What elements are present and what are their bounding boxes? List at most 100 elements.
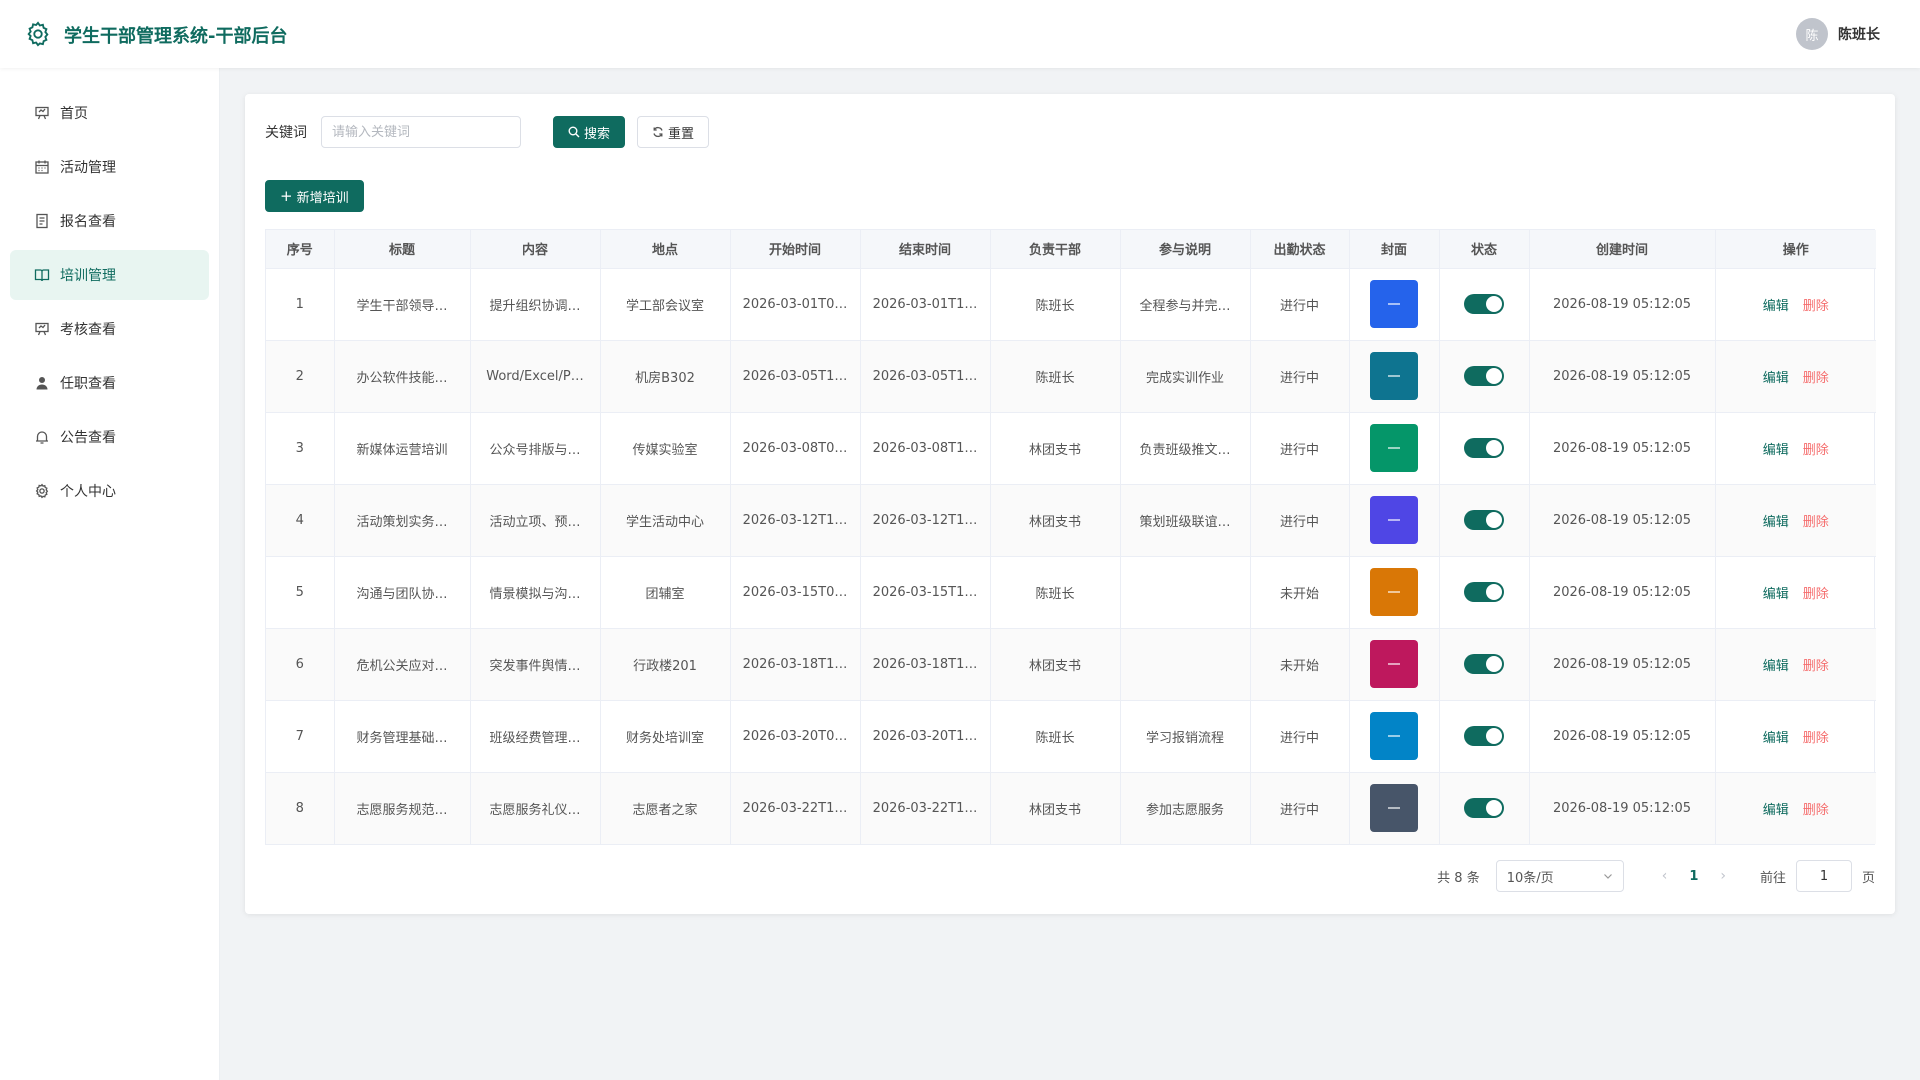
row-title: 志愿服务规范… [334,772,471,844]
sidebar-item-signup[interactable]: 报名查看 [10,196,209,246]
cover-image[interactable] [1370,568,1418,616]
row-cover-cell [1349,340,1440,413]
sidebar-item-label: 任职查看 [60,376,116,392]
cover-image[interactable] [1370,640,1418,688]
prev-page-button[interactable]: ‹ [1662,868,1668,884]
cover-placeholder-mark [1388,375,1400,377]
calendar-icon [34,159,50,175]
edit-button[interactable]: 编辑 [1763,803,1789,818]
sidebar-item-label: 个人中心 [60,484,116,500]
avatar[interactable]: 陈 [1796,18,1828,50]
row-cover-cell [1349,484,1440,557]
sidebar-item-training[interactable]: 培训管理 [10,250,209,300]
edit-button[interactable]: 编辑 [1763,371,1789,386]
row-actions: 编辑 删除 [1715,628,1876,701]
add-button-label: 新增培训 [296,190,349,206]
column-header: 结束时间 [860,230,991,269]
presentation-icon [34,321,50,337]
status-toggle[interactable] [1464,294,1504,314]
status-toggle[interactable] [1464,438,1504,458]
gear-icon [34,483,50,499]
cover-placeholder-mark [1388,807,1400,810]
row-start-time: 2026-03-18T1… [730,628,861,701]
table-row: 7 财务管理基础… 班级经费管理… 财务处培训室 2026-03-20T0… 2026-0… [266,700,1876,773]
row-cover-cell [1349,628,1440,701]
delete-button[interactable]: 删除 [1803,803,1829,818]
table-row: 5 沟通与团队协… 情景模拟与沟… 团辅室 2026-03-15T0… 2026-03-1… [266,556,1876,629]
sidebar-item-position[interactable]: 任职查看 [10,358,209,408]
edit-button[interactable]: 编辑 [1763,443,1789,458]
status-toggle[interactable] [1464,798,1504,819]
row-end-time: 2026-03-05T1… [860,340,991,413]
delete-button[interactable]: 删除 [1803,659,1829,674]
sidebar-item-assessment[interactable]: 考核查看 [10,304,209,354]
row-place: 传媒实验室 [600,412,731,485]
user-name[interactable]: 陈班长 [1838,24,1880,44]
delete-button[interactable]: 删除 [1803,371,1829,386]
row-start-time: 2026-03-22T1… [730,772,861,844]
top-header: 学生干部管理系统-干部后台 陈 陈班长 [0,0,1920,68]
gear-icon [27,21,49,47]
row-end-time: 2026-03-01T1… [860,268,991,341]
edit-button[interactable]: 编辑 [1763,587,1789,602]
app-title: 学生干部管理系统-干部后台 [64,26,288,47]
user-menu[interactable]: 陈 陈班长 [1796,18,1880,50]
search-label: 关键词 [265,125,307,141]
add-training-button[interactable]: + 新增培训 [265,180,364,212]
table-row: 8 志愿服务规范… 志愿服务礼仪… 志愿者之家 2026-03-22T1… 2026-03… [266,772,1876,844]
page-number-current[interactable]: 1 [1689,869,1698,884]
row-title: 办公软件技能… [334,340,471,413]
cover-image[interactable] [1370,712,1418,760]
sidebar-item-home[interactable]: 首页 [10,88,209,138]
sidebar-item-notice[interactable]: 公告查看 [10,412,209,462]
row-status-cell [1439,700,1530,773]
column-header: 操作 [1715,230,1876,269]
status-toggle[interactable] [1464,582,1504,602]
search-input[interactable] [321,116,521,148]
sidebar-item-profile[interactable]: 个人中心 [10,466,209,516]
delete-button[interactable]: 删除 [1803,299,1829,314]
table-row: 2 办公软件技能… Word/Excel/P… 机房B302 2026-03-05T1…… [266,340,1876,413]
row-created-time: 2026-08-19 05:12:05 [1529,556,1716,629]
edit-button[interactable]: 编辑 [1763,659,1789,674]
sidebar-item-label: 报名查看 [60,214,116,230]
cover-image[interactable] [1370,784,1418,833]
row-cover-cell [1349,556,1440,629]
next-page-button[interactable]: › [1720,868,1726,884]
row-note [1120,556,1251,629]
cover-image[interactable] [1370,280,1418,328]
row-cover-cell [1349,700,1440,773]
reset-button[interactable]: 重置 [637,116,710,148]
delete-button[interactable]: 删除 [1803,515,1829,530]
edit-button[interactable]: 编辑 [1763,731,1789,746]
row-title: 财务管理基础… [334,700,471,773]
row-leader: 林团支书 [990,628,1121,701]
cover-image[interactable] [1370,496,1418,544]
row-place: 财务处培训室 [600,700,731,773]
status-toggle[interactable] [1464,510,1504,530]
table-row: 1 学生干部领导… 提升组织协调… 学工部会议室 2026-03-01T0… 2026-0… [266,268,1876,341]
goto-page-input[interactable] [1795,860,1852,892]
edit-button[interactable]: 编辑 [1763,299,1789,314]
delete-button[interactable]: 删除 [1803,731,1829,746]
row-note: 策划班级联谊… [1120,484,1251,557]
delete-button[interactable]: 删除 [1803,443,1829,458]
row-status-cell [1439,484,1530,557]
row-leader: 陈班长 [990,340,1121,413]
page-size-select[interactable]: 10条/页 [1495,860,1624,892]
status-toggle[interactable] [1464,726,1504,746]
column-header: 标题 [334,230,471,269]
sidebar-item-activity[interactable]: 活动管理 [10,142,209,192]
cover-image[interactable] [1370,424,1418,472]
edit-button[interactable]: 编辑 [1763,515,1789,530]
status-toggle[interactable] [1464,366,1504,386]
row-created-time: 2026-08-19 05:12:05 [1529,484,1716,557]
cover-image[interactable] [1370,352,1418,400]
search-button[interactable]: 搜索 [553,116,626,148]
delete-button[interactable]: 删除 [1803,587,1829,602]
row-title: 活动策划实务… [334,484,471,557]
table-row: 4 活动策划实务… 活动立项、预… 学生活动中心 2026-03-12T1… 2026-0… [266,484,1876,557]
row-note [1120,628,1251,701]
row-start-time: 2026-03-05T1… [730,340,861,413]
status-toggle[interactable] [1464,654,1504,674]
